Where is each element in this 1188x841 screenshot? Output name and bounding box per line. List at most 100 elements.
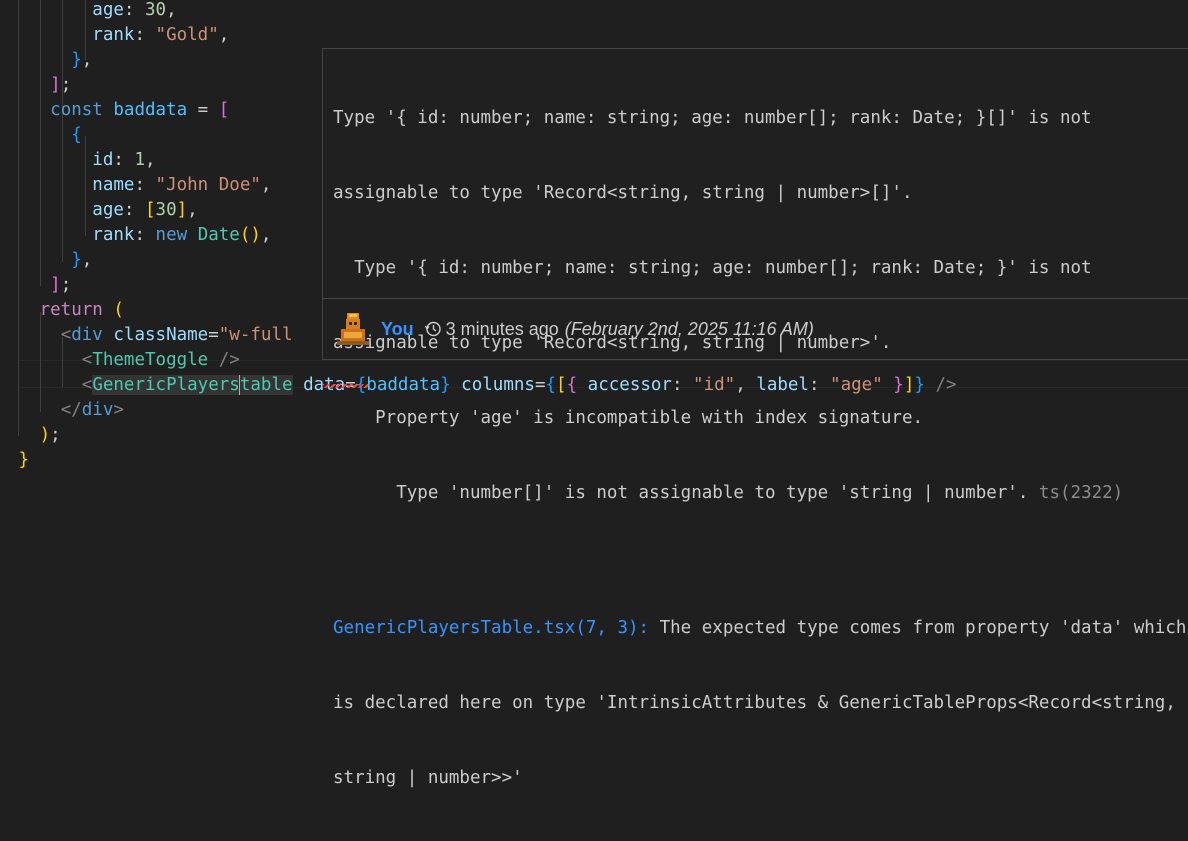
code-line[interactable]: ]; — [8, 273, 71, 298]
code-token: rank — [92, 225, 135, 245]
related-text: is declared here on type 'IntrinsicAttri… — [333, 693, 1176, 713]
code-token: /> — [208, 350, 240, 370]
code-token: className — [113, 325, 209, 345]
code-token: < — [81, 375, 93, 395]
code-line[interactable]: } — [8, 448, 30, 473]
blame-date: (February 2nd, 2025 11:16 AM) — [564, 318, 814, 339]
code-token: rank — [92, 25, 135, 45]
code-line[interactable]: <ThemeToggle /> — [8, 348, 240, 373]
code-token: , — [166, 0, 177, 20]
code-token: = — [187, 100, 219, 120]
code-token: age — [92, 0, 124, 20]
code-token: div — [81, 400, 114, 420]
code-token: : — [123, 200, 145, 220]
code-token: name — [92, 175, 135, 195]
code-token: return — [39, 300, 114, 320]
code-line[interactable]: ); — [8, 423, 61, 448]
code-token: [ — [218, 100, 230, 120]
code-line[interactable]: }, — [8, 248, 92, 273]
code-token: id — [92, 150, 114, 170]
code-token: div — [71, 325, 103, 345]
code-token: } — [71, 50, 82, 70]
code-token: GenericPlayers — [92, 375, 240, 395]
code-line[interactable]: return ( — [8, 298, 124, 323]
history-clock-icon — [424, 321, 441, 337]
code-line[interactable]: const baddata = [ — [8, 98, 229, 123]
code-token: 30 — [155, 200, 177, 220]
code-token: , — [81, 250, 93, 270]
code-token: </ — [60, 400, 82, 420]
code-token: new — [155, 225, 198, 245]
code-token: table — [239, 375, 293, 395]
code-token: , — [187, 200, 198, 220]
blame-author[interactable]: You — [381, 319, 414, 340]
code-token: : — [134, 225, 156, 245]
code-token: "w-full — [218, 325, 293, 345]
code-token: ; — [50, 425, 61, 445]
error-message: Type '{ id: number; name: string; age: n… — [333, 56, 1186, 841]
code-token: "Gold" — [155, 25, 219, 45]
code-token: () — [239, 225, 261, 245]
code-line[interactable]: rank: "Gold", — [8, 23, 229, 48]
code-token: } — [18, 450, 30, 470]
code-token: 1 — [134, 150, 145, 170]
error-line: Property 'age' is incompatible with inde… — [333, 408, 924, 428]
code-line[interactable]: </div> — [8, 398, 124, 423]
code-token: baddata — [113, 100, 188, 120]
error-line-last: Type 'number[]' is not assignable to typ… — [333, 481, 1186, 506]
error-line: Type 'number[]' is not assignable to typ… — [333, 483, 1029, 503]
code-line[interactable]: name: "John Doe", — [8, 173, 271, 198]
code-line[interactable]: { — [8, 123, 82, 148]
code-token: : — [113, 150, 135, 170]
code-line[interactable]: rank: new Date(), — [8, 223, 271, 248]
code-line[interactable]: <div className="w-full — [8, 323, 293, 348]
blame-relative-time: 3 minutes ago — [445, 318, 559, 339]
hover-divider — [323, 298, 1188, 299]
code-token: 30 — [144, 0, 167, 20]
related-location-link[interactable]: GenericPlayersTable.tsx(7, 3): — [333, 618, 649, 638]
code-line[interactable]: ]; — [8, 73, 71, 98]
error-hover-popup[interactable]: Type '{ id: number; name: string; age: n… — [322, 48, 1188, 788]
robot-avatar-icon[interactable] — [333, 313, 373, 345]
code-token: , — [81, 50, 93, 70]
related-info-line: GenericPlayersTable.tsx(7, 3): The expec… — [333, 616, 1186, 641]
code-token: const — [50, 100, 114, 120]
code-token: < — [60, 325, 72, 345]
code-token: , — [260, 175, 272, 195]
code-line[interactable]: }, — [8, 48, 92, 73]
code-token: ; — [60, 75, 72, 95]
code-token: ) — [39, 425, 51, 445]
code-token: ] — [50, 275, 61, 295]
error-line: Type '{ id: number; name: string; age: n… — [333, 108, 1092, 128]
code-line[interactable]: age: [30], — [8, 198, 198, 223]
code-token: , — [145, 150, 156, 170]
code-token: : — [134, 25, 156, 45]
code-token: ThemeToggle — [92, 350, 209, 370]
code-line[interactable]: id: 1, — [8, 148, 156, 173]
error-line: Type '{ id: number; name: string; age: n… — [333, 258, 1092, 278]
code-token: age — [92, 200, 124, 220]
git-blame-footer: You 3 minutes ago (February 2nd, 2025 11… — [333, 311, 814, 347]
code-line[interactable]: age: 30, — [8, 0, 177, 23]
